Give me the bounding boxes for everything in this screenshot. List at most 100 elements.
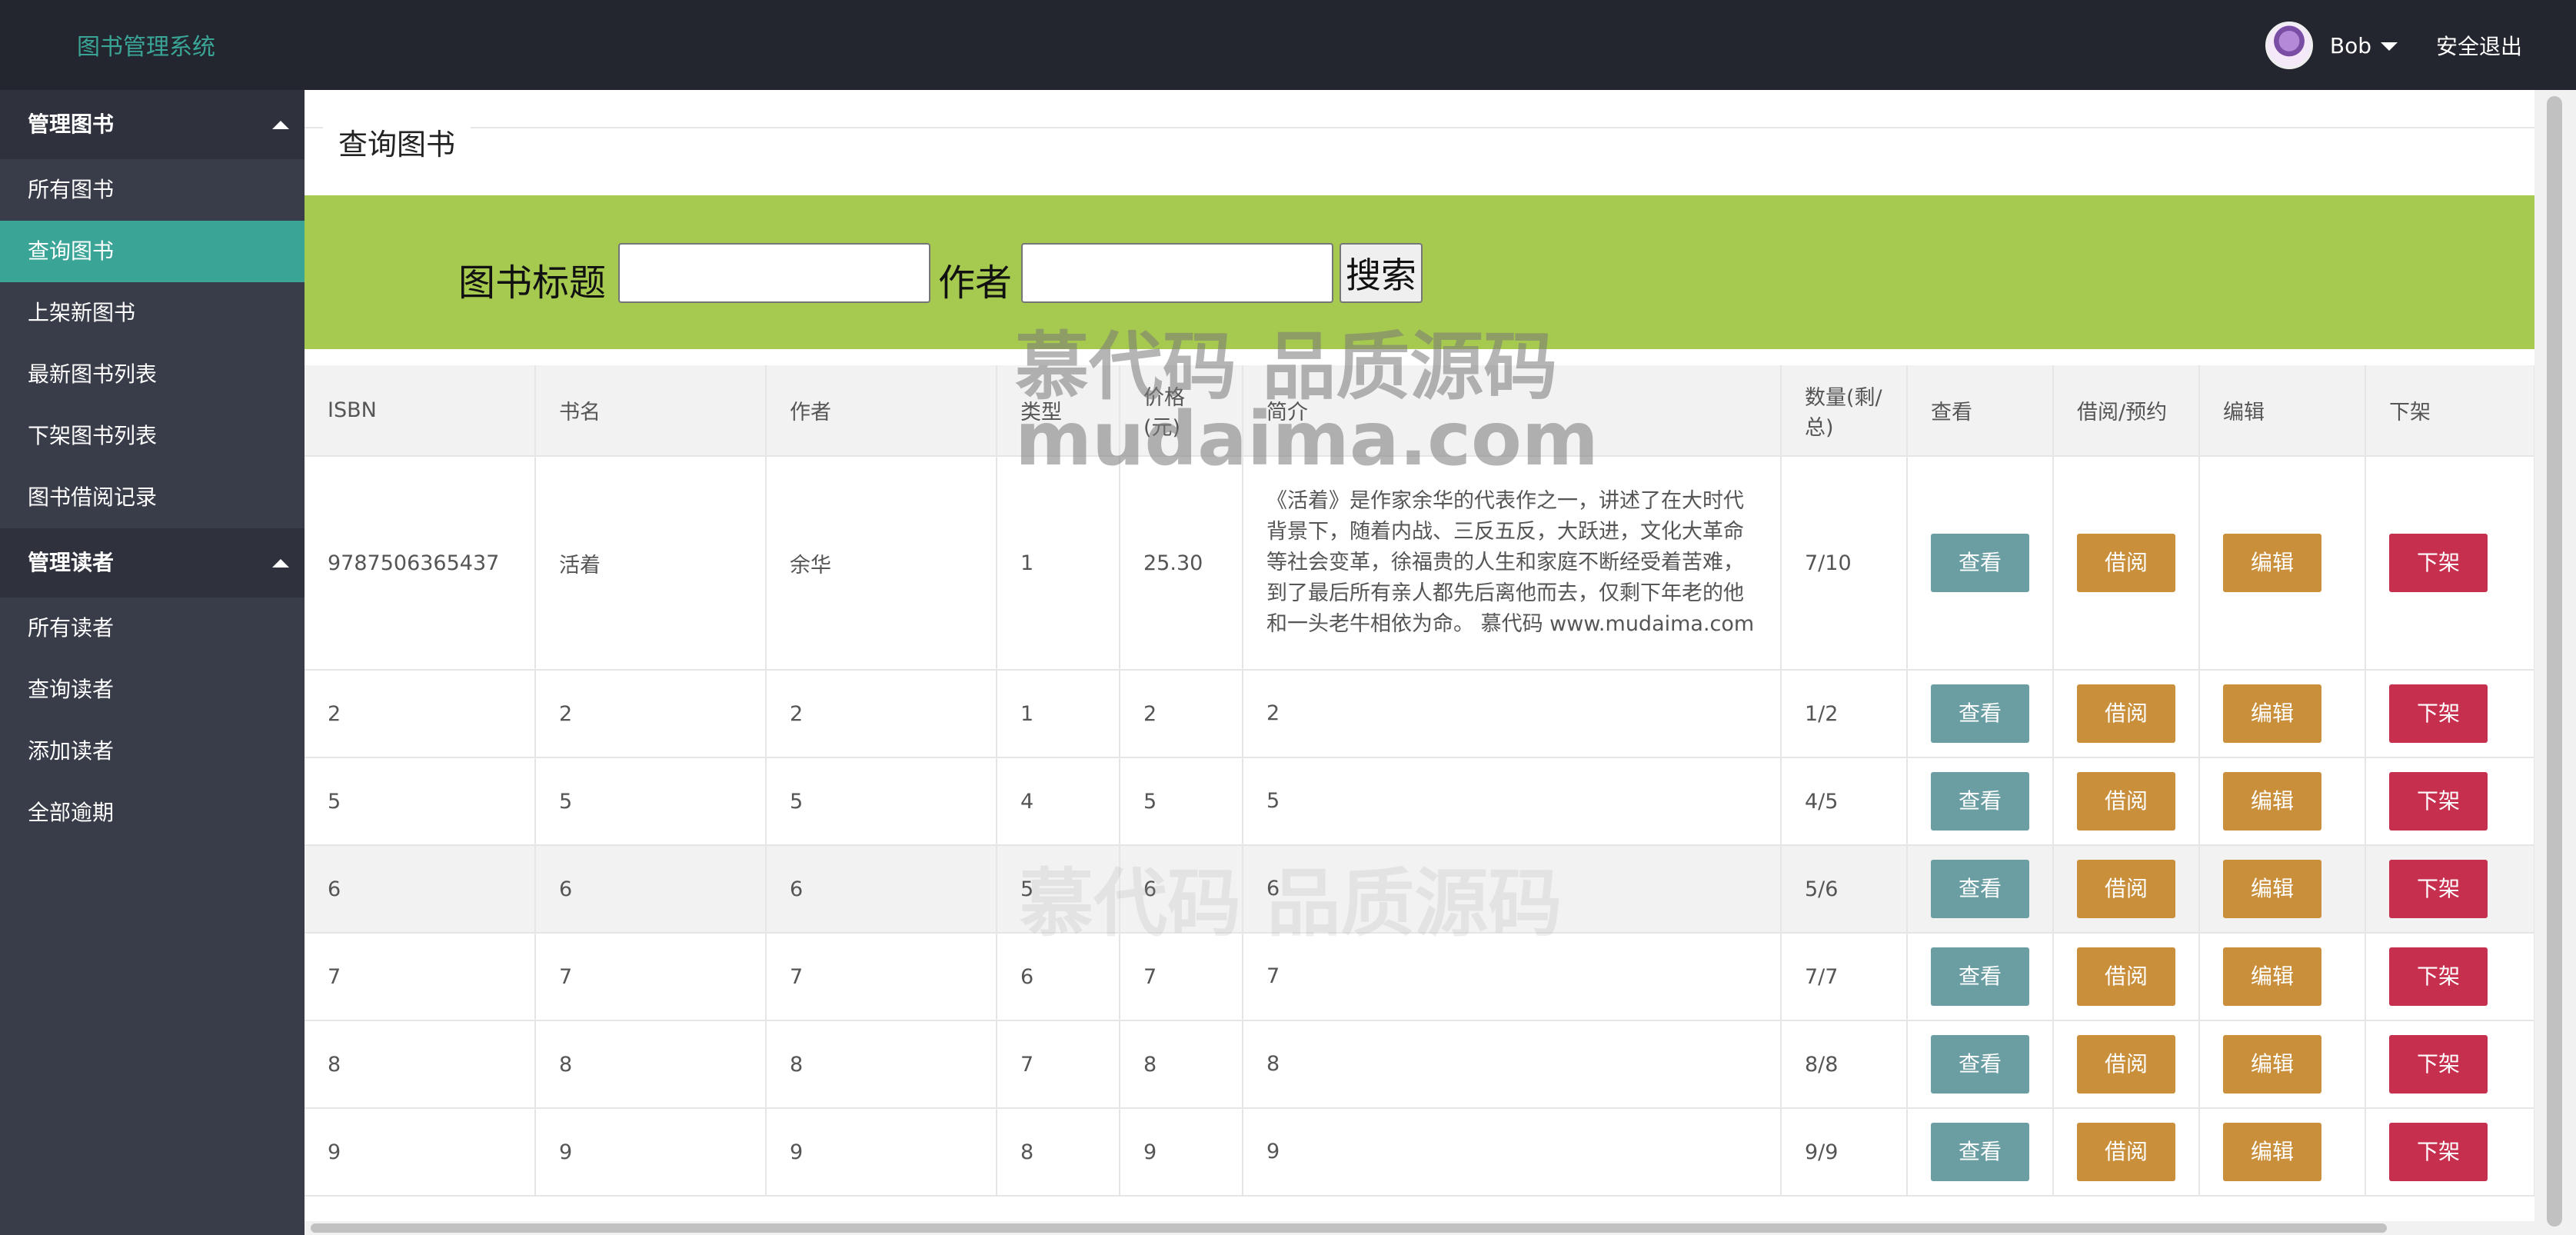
col-price: 价格(元) [1120,365,1243,457]
search-button[interactable]: 搜索 [1340,243,1423,303]
borrow-button[interactable]: 借阅 [2077,860,2175,918]
offshelf-button[interactable]: 下架 [2389,684,2488,743]
cell-name: 活着 [535,456,767,671]
sidebar-item-query-books[interactable]: 查询图书 [0,221,305,282]
cell-name: 2 [535,670,767,758]
cell-desc: 《活着》是作家余华的代表作之一，讲述了在大时代背景下，随着内战、三反五反，大跃进… [1243,456,1782,671]
cell-price: 25.30 [1120,456,1243,671]
cell-price: 9 [1120,1108,1243,1197]
view-button[interactable]: 查看 [1931,684,2029,743]
cell-view: 查看 [1907,1108,2054,1197]
title-input[interactable] [618,243,930,303]
borrow-button[interactable]: 借阅 [2077,1123,2175,1181]
view-button[interactable]: 查看 [1931,1123,2029,1181]
sidebar-item-add-reader[interactable]: 添加读者 [0,721,305,782]
cell-edit: 编辑 [2199,757,2366,846]
chevron-down-icon[interactable] [2380,42,2398,51]
app-logo[interactable]: 图书管理系统 [77,28,215,62]
borrow-button[interactable]: 借阅 [2077,772,2175,831]
offshelf-button[interactable]: 下架 [2389,772,2488,831]
legend-divider [305,127,2534,128]
sidebar-item-offshelf-books[interactable]: 下架图书列表 [0,405,305,467]
author-label: 作者 [938,261,1013,305]
logout-link[interactable]: 安全退出 [2436,30,2522,61]
sidebar-item-latest-books[interactable]: 最新图书列表 [0,344,305,405]
sidebar-item-all-readers[interactable]: 所有读者 [0,598,305,659]
view-button[interactable]: 查看 [1931,534,2029,592]
edit-button[interactable]: 编辑 [2223,684,2321,743]
borrow-button[interactable]: 借阅 [2077,1035,2175,1094]
cell-view: 查看 [1907,456,2054,671]
cell-type: 6 [997,933,1120,1021]
edit-button[interactable]: 编辑 [2223,860,2321,918]
edit-button[interactable]: 编辑 [2223,947,2321,1006]
offshelf-button[interactable]: 下架 [2389,534,2488,592]
cell-desc: 9 [1243,1108,1782,1197]
edit-button[interactable]: 编辑 [2223,772,2321,831]
edit-button[interactable]: 编辑 [2223,1035,2321,1094]
col-borrow: 借阅/预约 [2053,365,2200,457]
sidebar: 管理图书 所有图书 查询图书 上架新图书 最新图书列表 下架图书列表 图书借阅记… [0,90,305,1235]
cell-edit: 编辑 [2199,670,2366,758]
cell-borrow: 借阅 [2053,757,2200,846]
cell-isbn: 9787506365437 [305,456,536,671]
offshelf-button[interactable]: 下架 [2389,1123,2488,1181]
offshelf-button[interactable]: 下架 [2389,1035,2488,1094]
cell-name: 6 [535,845,767,934]
cell-view: 查看 [1907,670,2054,758]
avatar[interactable] [2265,22,2313,69]
edit-button[interactable]: 编辑 [2223,534,2321,592]
cell-borrow: 借阅 [2053,845,2200,934]
table-row: 9 9 9 8 9 9 9/9 查看 借阅 编辑 下架 [305,1108,2534,1197]
chevron-up-icon [272,559,289,568]
sidebar-item-borrow-records[interactable]: 图书借阅记录 [0,467,305,528]
table-row: 5 5 5 4 5 5 4/5 查看 借阅 编辑 下架 [305,757,2534,846]
cell-qty: 4/5 [1781,757,1908,846]
borrow-button[interactable]: 借阅 [2077,534,2175,592]
cell-price: 8 [1120,1020,1243,1109]
cell-edit: 编辑 [2199,845,2366,934]
cell-edit: 编辑 [2199,456,2366,671]
scroll-thumb[interactable] [311,1223,2387,1233]
col-desc: 简介 [1243,365,1782,457]
cell-price: 5 [1120,757,1243,846]
sidebar-item-add-book[interactable]: 上架新图书 [0,282,305,344]
scroll-thumb[interactable] [2547,96,2562,1227]
cell-isbn: 9 [305,1108,536,1197]
offshelf-button[interactable]: 下架 [2389,947,2488,1006]
cell-author: 9 [766,1108,997,1197]
sidebar-group-label: 管理图书 [28,112,115,137]
table-header-row: ISBN 书名 作者 类型 价格(元) 简介 数量(剩/总) 查看 借阅/预约 … [305,365,2534,457]
view-button[interactable]: 查看 [1931,772,2029,831]
table-row: 6 6 6 5 6 6 5/6 查看 借阅 编辑 下架 [305,845,2534,934]
title-label: 图书标题 [458,261,607,305]
sidebar-group-books[interactable]: 管理图书 [0,90,305,159]
borrow-button[interactable]: 借阅 [2077,684,2175,743]
sidebar-group-readers[interactable]: 管理读者 [0,528,305,598]
sidebar-item-query-readers[interactable]: 查询读者 [0,659,305,721]
cell-isbn: 8 [305,1020,536,1109]
borrow-button[interactable]: 借阅 [2077,947,2175,1006]
vertical-scrollbar[interactable] [2534,90,2576,1235]
user-name[interactable]: Bob [2330,33,2371,58]
search-bar: 图书标题 作者 搜索 [305,195,2534,349]
author-input[interactable] [1021,243,1333,303]
cell-qty: 9/9 [1781,1108,1908,1197]
cell-type: 4 [997,757,1120,846]
cell-borrow: 借阅 [2053,670,2200,758]
view-button[interactable]: 查看 [1931,1035,2029,1094]
cell-view: 查看 [1907,845,2054,934]
cell-borrow: 借阅 [2053,933,2200,1021]
col-view: 查看 [1907,365,2054,457]
cell-name: 5 [535,757,767,846]
offshelf-button[interactable]: 下架 [2389,860,2488,918]
view-button[interactable]: 查看 [1931,947,2029,1006]
view-button[interactable]: 查看 [1931,860,2029,918]
chevron-up-icon [272,121,289,129]
col-off: 下架 [2365,365,2534,457]
sidebar-item-all-books[interactable]: 所有图书 [0,159,305,221]
sidebar-item-overdue[interactable]: 全部逾期 [0,782,305,844]
horizontal-scrollbar[interactable] [305,1221,2534,1235]
cell-edit: 编辑 [2199,1020,2366,1109]
edit-button[interactable]: 编辑 [2223,1123,2321,1181]
